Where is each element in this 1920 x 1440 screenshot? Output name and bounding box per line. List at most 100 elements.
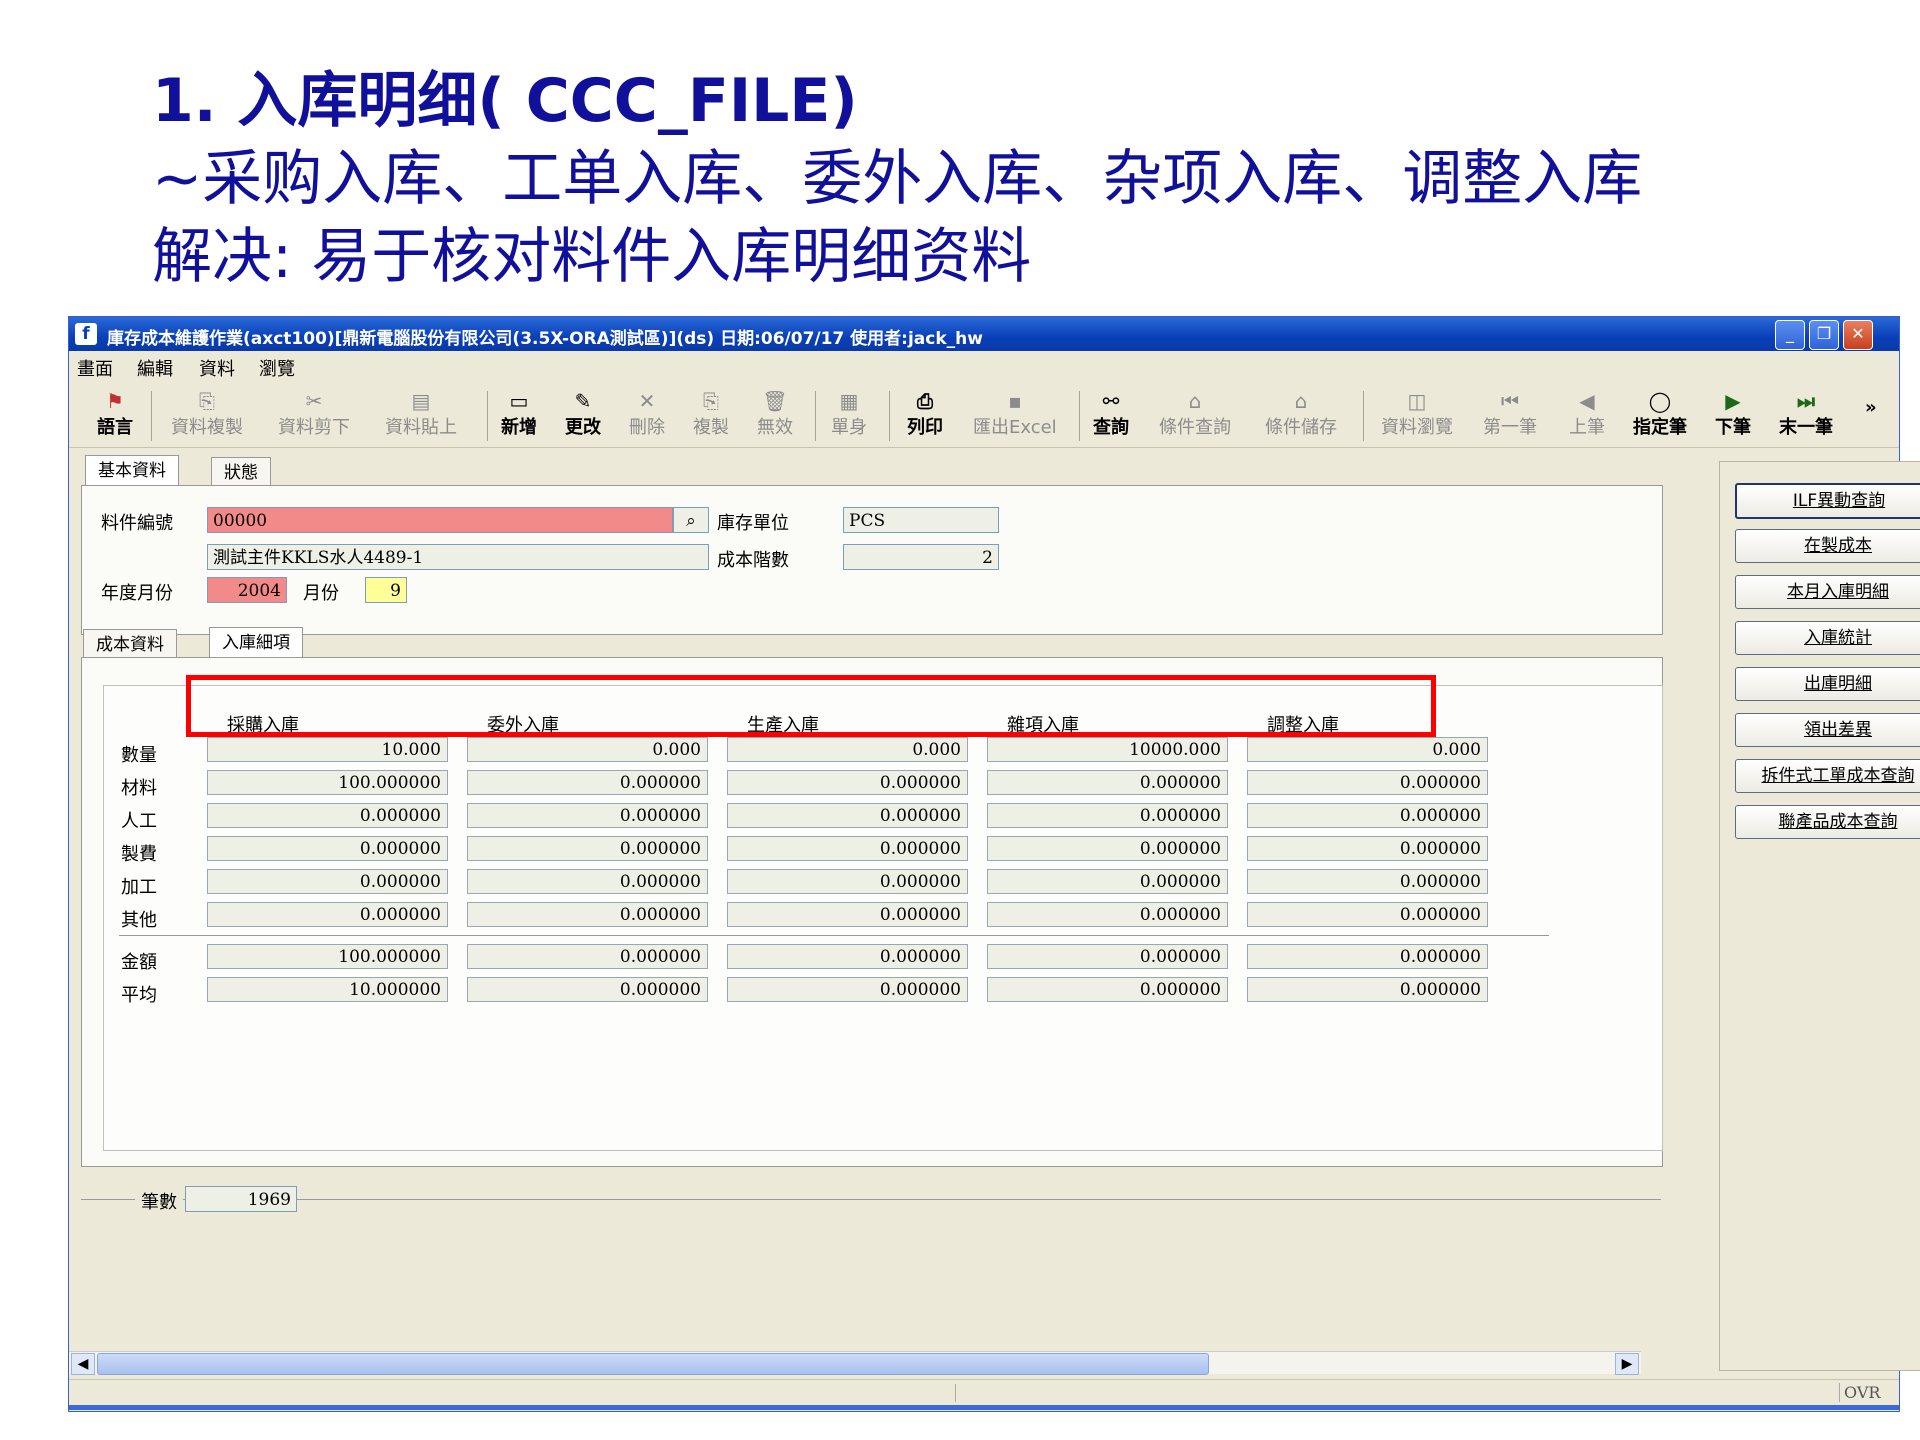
grid-cell[interactable]: 0.000000 [1247, 836, 1488, 861]
grid-cell[interactable]: 0.000000 [467, 944, 708, 969]
grid-cell[interactable]: 0.000000 [467, 869, 708, 894]
tb-paste-data[interactable]: ▤ 資料貼上 [385, 389, 457, 439]
grid-cell[interactable]: 0.000000 [207, 803, 448, 828]
grid-cell[interactable]: 0.000000 [1247, 902, 1488, 927]
footer-divider [81, 1199, 1661, 1200]
grid-cell[interactable]: 10.000000 [207, 977, 448, 1002]
grid-cell[interactable]: 0.000000 [467, 977, 708, 1002]
grid-cell[interactable]: 0.000000 [467, 803, 708, 828]
grid-cell[interactable]: 0.000000 [987, 836, 1228, 861]
scroll-thumb[interactable] [97, 1353, 1209, 1375]
title-bar[interactable]: f 庫存成本維護作業(axct100)[鼎新電腦股份有限公司(3.5X-ORA測… [69, 317, 1899, 351]
month-field[interactable]: 9 [365, 577, 407, 603]
grid-cell[interactable]: 0.000 [467, 737, 708, 762]
tb-export-excel[interactable]: ▪ 匯出Excel [973, 389, 1057, 439]
slide-title-line-3: 解决: 易于核对料件入库明细资料 [152, 222, 1032, 292]
grid-cell[interactable]: 10000.000 [987, 737, 1228, 762]
ilf-movement-query-button[interactable]: ILF異動查詢 [1735, 483, 1920, 519]
close-button[interactable]: ✕ [1843, 320, 1873, 350]
tb-copy-data[interactable]: ⎘ 資料複製 [171, 389, 243, 439]
grid-cell[interactable]: 0.000000 [1247, 977, 1488, 1002]
tab-basic-info[interactable]: 基本資料 [85, 455, 179, 486]
tab-cost-data[interactable]: 成本資料 [83, 629, 177, 660]
toolbar-overflow-icon[interactable]: » [1865, 397, 1877, 418]
tb-condition-query[interactable]: ⌂ 條件查詢 [1159, 389, 1231, 439]
menu-edit[interactable]: 編輯 [137, 355, 173, 381]
grid-cell[interactable]: 10.000 [207, 737, 448, 762]
tb-browse-data[interactable]: ◫ 資料瀏覽 [1381, 389, 1453, 439]
item-no-field[interactable]: 00000 [207, 507, 673, 533]
tb-next[interactable]: ▶ 下筆 [1715, 389, 1751, 439]
unit-field[interactable]: PCS [843, 507, 999, 533]
grid-cell[interactable]: 0.000000 [1247, 770, 1488, 795]
grid-cell[interactable]: 100.000000 [207, 770, 448, 795]
outbound-detail-button[interactable]: 出庫明細 [1735, 667, 1920, 701]
edit-icon: ✎ [574, 389, 592, 413]
restore-button[interactable]: ❐ [1809, 320, 1839, 350]
tb-last[interactable]: ⏭ 末一筆 [1779, 389, 1833, 439]
tb-condition-save[interactable]: ⌂ 條件儲存 [1265, 389, 1337, 439]
grid-cell[interactable]: 0.000000 [727, 803, 968, 828]
grid-cell[interactable]: 0.000000 [987, 770, 1228, 795]
grid-cell[interactable]: 0.000000 [1247, 803, 1488, 828]
grid-cell[interactable]: 0.000000 [987, 902, 1228, 927]
tab-inbound-detail[interactable]: 入庫細項 [209, 627, 303, 658]
grid-cell[interactable]: 0.000000 [207, 902, 448, 927]
grid-cell[interactable]: 0.000000 [727, 770, 968, 795]
grid-cell[interactable]: 0.000 [1247, 737, 1488, 762]
tb-edit[interactable]: ✎ 更改 [565, 389, 601, 439]
minimize-button[interactable]: _ [1775, 320, 1805, 350]
grid-cell[interactable]: 0.000000 [727, 869, 968, 894]
tb-delete[interactable]: ✕ 刪除 [629, 389, 665, 439]
year-field[interactable]: 2004 [207, 577, 287, 603]
search-icon[interactable]: ⌕ [673, 507, 709, 533]
menu-screen[interactable]: 畫面 [77, 355, 113, 381]
tb-print[interactable]: ⎙ 列印 [907, 389, 943, 439]
joint-product-cost-button[interactable]: 聯產品成本查詢 [1735, 805, 1920, 839]
grid-cell[interactable]: 0.000000 [727, 944, 968, 969]
scroll-left-icon[interactable]: ◀ [71, 1353, 95, 1375]
grid-cell[interactable]: 0.000000 [467, 836, 708, 861]
grid-cell[interactable]: 0.000000 [987, 803, 1228, 828]
menu-data[interactable]: 資料 [199, 355, 235, 381]
tab-status[interactable]: 狀態 [211, 457, 271, 488]
wip-cost-button[interactable]: 在製成本 [1735, 529, 1920, 563]
tb-query[interactable]: ⚯ 查詢 [1093, 389, 1129, 439]
grid-cell[interactable]: 0.000000 [207, 869, 448, 894]
tb-invalid[interactable]: 🗑 無效 [757, 389, 793, 439]
grid-cell[interactable]: 0.000000 [987, 944, 1228, 969]
cost-level-field[interactable]: 2 [843, 544, 999, 570]
grid-cell[interactable]: 0.000000 [987, 977, 1228, 1002]
horizontal-scrollbar[interactable]: ◀ ▶ [69, 1351, 1641, 1375]
grid-cell[interactable]: 0.000000 [727, 977, 968, 1002]
grid-cell[interactable]: 0.000000 [727, 902, 968, 927]
grid-cell[interactable]: 0.000000 [467, 902, 708, 927]
tb-language[interactable]: ⚑ 語言 [97, 389, 133, 439]
tb-new[interactable]: ▭ 新增 [501, 389, 537, 439]
tb-label: 資料複製 [171, 417, 243, 438]
grid-cell[interactable]: 0.000 [727, 737, 968, 762]
grid-cell[interactable]: 0.000000 [467, 770, 708, 795]
scroll-right-icon[interactable]: ▶ [1615, 1353, 1639, 1375]
tb-detail[interactable]: ▦ 單身 [831, 389, 867, 439]
grid-cell[interactable]: 0.000000 [727, 836, 968, 861]
tb-cut-data[interactable]: ✂ 資料剪下 [278, 389, 350, 439]
grid-cell[interactable]: 0.000000 [987, 869, 1228, 894]
row-label-labor: 人工 [121, 811, 157, 832]
month-inbound-detail-button[interactable]: 本月入庫明細 [1735, 575, 1920, 609]
tb-duplicate[interactable]: ⎘ 複製 [693, 389, 729, 439]
disassembly-wo-cost-button[interactable]: 拆件式工單成本查詢 [1735, 759, 1920, 793]
grid-cell[interactable]: 100.000000 [207, 944, 448, 969]
menu-browse[interactable]: 瀏覽 [259, 355, 295, 381]
tb-previous[interactable]: ◀ 上筆 [1569, 389, 1605, 439]
grid-cell[interactable]: 0.000000 [1247, 869, 1488, 894]
grid-cell[interactable]: 0.000000 [207, 836, 448, 861]
tb-first[interactable]: ⏮ 第一筆 [1483, 389, 1537, 439]
inbound-stats-button[interactable]: 入庫統計 [1735, 621, 1920, 655]
issue-variance-button[interactable]: 領出差異 [1735, 713, 1920, 747]
menu-bar: 畫面 編輯 資料 瀏覽 [69, 353, 1899, 381]
grid-cell[interactable]: 0.000000 [1247, 944, 1488, 969]
tb-goto[interactable]: ◯ 指定筆 [1633, 389, 1687, 439]
app-icon[interactable]: f [75, 323, 97, 345]
cost-level-label: 成本階數 [717, 550, 789, 571]
